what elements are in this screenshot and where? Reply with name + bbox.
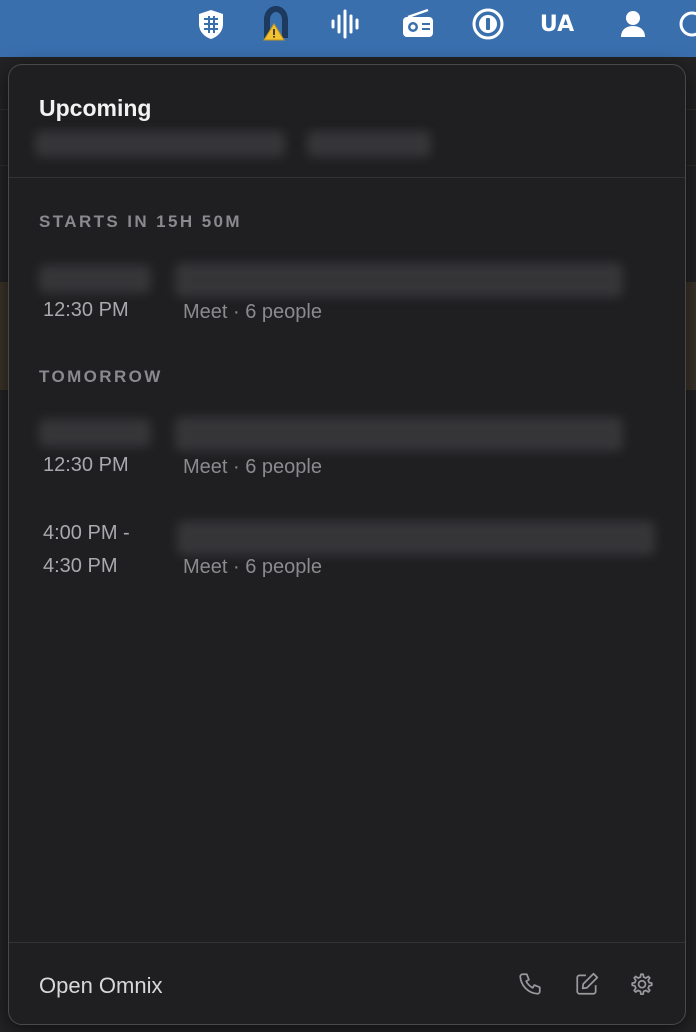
user-icon[interactable] <box>613 6 653 42</box>
event-time: 12:30 PM <box>43 454 129 476</box>
event-meta: Meet · 6 people <box>183 556 322 578</box>
keyboard-layout-label: UA <box>539 11 575 37</box>
radio-icon[interactable] <box>398 6 438 42</box>
partial-menubar-icon[interactable] <box>676 6 696 42</box>
redacted-event-title <box>175 417 623 451</box>
compose-icon[interactable] <box>571 968 603 1000</box>
popover-title: Upcoming <box>39 95 152 121</box>
event-time: 12:30 PM <box>43 299 129 321</box>
redacted-account-name <box>35 131 285 157</box>
arch-warning-icon[interactable] <box>256 4 296 41</box>
redacted-event-title <box>177 521 655 555</box>
redacted-account-detail <box>307 131 431 157</box>
event-meta: Meet · 6 people <box>183 456 322 478</box>
vpn-shield-icon[interactable] <box>191 6 231 42</box>
redacted-event-date <box>39 419 151 447</box>
open-omnix-button[interactable]: Open Omnix <box>39 973 163 999</box>
phone-icon[interactable] <box>514 968 546 1000</box>
redacted-event-date <box>39 265 151 293</box>
keyboard-layout-indicator[interactable]: UA <box>537 6 577 42</box>
header-divider <box>9 177 685 178</box>
menu-bar: UA <box>0 0 696 57</box>
settings-icon[interactable] <box>626 968 658 1000</box>
section-label-tomorrow: TOMORROW <box>39 367 163 386</box>
event-time-start: 4:00 PM - <box>43 522 130 544</box>
footer-divider <box>9 942 685 943</box>
section-label-starts-in: STARTS IN 15H 50M <box>39 212 242 231</box>
event-meta: Meet · 6 people <box>183 301 322 323</box>
upcoming-events-popover: Upcoming STARTS IN 15H 50M 12:30 PM Meet… <box>8 64 686 1025</box>
password-manager-icon[interactable] <box>468 6 508 42</box>
audio-waveform-icon[interactable] <box>326 6 366 42</box>
event-time-end: 4:30 PM <box>43 555 118 577</box>
redacted-event-title <box>175 263 623 297</box>
